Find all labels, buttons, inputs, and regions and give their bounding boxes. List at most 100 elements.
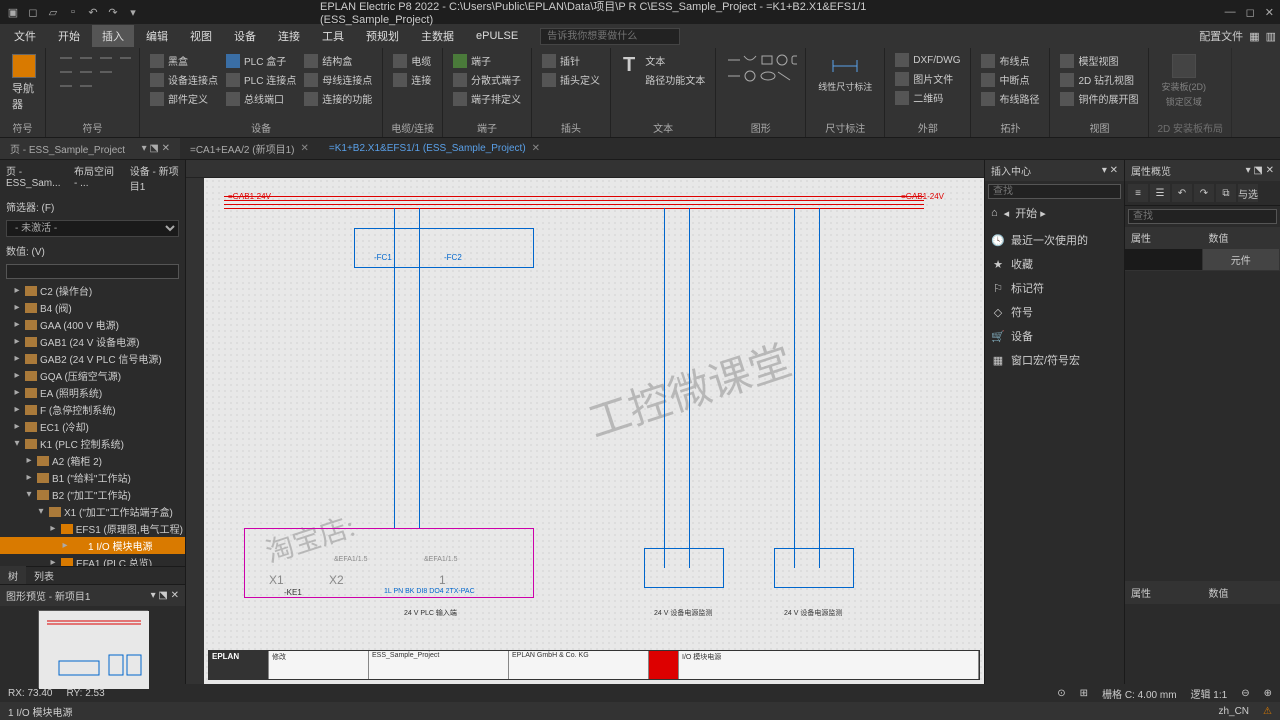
dist-terminal-button[interactable]: 分散式端子 — [451, 71, 523, 88]
more-icon[interactable]: ▾ — [126, 5, 140, 19]
text-item[interactable]: 文本 — [643, 52, 707, 69]
close-icon[interactable]: ✕ — [300, 143, 308, 154]
bus-port-button[interactable]: 总线端口 — [224, 90, 298, 107]
terminal-button[interactable]: 端子 — [451, 52, 523, 69]
symbol-grid-icon[interactable] — [54, 52, 131, 102]
text-button[interactable]: T — [619, 52, 639, 79]
close-icon[interactable]: ✕ — [1265, 6, 1274, 19]
menu-preplan[interactable]: 预规划 — [356, 25, 409, 47]
tree-item[interactable]: ▾K1 (PLC 控制系统) — [0, 435, 185, 452]
doctab-1[interactable]: =CA1+EAA/2 (新项目1)✕ — [180, 138, 319, 159]
struct-box-button[interactable]: 结构盒 — [302, 52, 374, 69]
navigator-tree[interactable]: ▸C2 (操作台)▸B4 (阀)▸GAA (400 V 电源)▸GAB1 (24… — [0, 282, 185, 566]
image-button[interactable]: 图片文件 — [893, 70, 962, 87]
tree-item[interactable]: ▸EC1 (冷却) — [0, 418, 185, 435]
interrupt-button[interactable]: 中断点 — [979, 71, 1041, 88]
prop-toolbar-button[interactable]: ↷ — [1194, 184, 1214, 202]
menu-insert[interactable]: 插入 — [92, 25, 134, 47]
prop-toolbar-button[interactable]: ⧉ — [1216, 184, 1236, 202]
minimize-icon[interactable]: — — [1225, 6, 1236, 19]
tree-item[interactable]: ▸GAB2 (24 V PLC 信号电源) — [0, 350, 185, 367]
copper-view-button[interactable]: 铜件的展开图 — [1058, 90, 1140, 107]
insert-item[interactable]: ▦窗口宏/符号宏 — [989, 348, 1120, 372]
menu-master[interactable]: 主数据 — [411, 25, 464, 47]
busbar-button[interactable]: 母线连接点 — [302, 71, 374, 88]
tree-item[interactable]: ▸C2 (操作台) — [0, 282, 185, 299]
maximize-icon[interactable]: ◻ — [1246, 6, 1255, 19]
prop-toolbar-button[interactable]: ↶ — [1172, 184, 1192, 202]
panel-tab-devices[interactable]: 设备 - 新项目1 — [124, 160, 185, 196]
breadcrumb[interactable]: 开始 ▸ — [1015, 205, 1046, 221]
menu-device[interactable]: 设备 — [224, 25, 266, 47]
insert-item[interactable]: 🕓最近一次使用的 — [989, 228, 1120, 252]
warning-icon[interactable]: ⚠ — [1263, 706, 1272, 717]
snap-icon[interactable]: ⊙ — [1057, 688, 1065, 699]
back-icon[interactable]: ◂ — [1004, 207, 1010, 220]
prop-toolbar-button[interactable]: ☰ — [1150, 184, 1170, 202]
conn-func-button[interactable]: 连接的功能 — [302, 90, 374, 107]
tree-tab[interactable]: 树 — [0, 566, 26, 585]
blackbox-button[interactable]: 黑盒 — [148, 52, 220, 69]
part-def-button[interactable]: 部件定义 — [148, 90, 220, 107]
config-label[interactable]: 配置文件 — [1199, 28, 1243, 44]
menu-epulse[interactable]: ePULSE — [466, 27, 528, 45]
tree-item[interactable]: ▸F (急停控制系统) — [0, 401, 185, 418]
tree-item[interactable]: ▸B1 ("给料"工作站) — [0, 469, 185, 486]
dimension-button[interactable]: 线性尺寸标注 — [814, 52, 876, 95]
prop-toolbar-button[interactable]: ≡ — [1128, 184, 1148, 202]
menu-connect[interactable]: 连接 — [268, 25, 310, 47]
menu-tools[interactable]: 工具 — [312, 25, 354, 47]
route-pt-button[interactable]: 布线点 — [979, 52, 1041, 69]
menu-start[interactable]: 开始 — [48, 25, 90, 47]
prop-toolbar-button[interactable]: 与选 — [1238, 184, 1258, 202]
list-tab[interactable]: 列表 — [26, 566, 62, 585]
tree-item[interactable]: ▸A2 (箱柜 2) — [0, 452, 185, 469]
insert-item[interactable]: ◇符号 — [989, 300, 1120, 324]
tree-item[interactable]: ▸GAA (400 V 电源) — [0, 316, 185, 333]
redo-icon[interactable]: ↷ — [106, 5, 120, 19]
model-view-button[interactable]: 模型视图 — [1058, 52, 1140, 69]
grid-icon[interactable]: ⊞ — [1080, 688, 1088, 699]
insert-search[interactable] — [988, 184, 1121, 199]
save-icon[interactable]: ▫ — [66, 5, 80, 19]
panel-icon[interactable]: ▥ — [1266, 30, 1276, 43]
route-path-button[interactable]: 布线路径 — [979, 90, 1041, 107]
panel-tab-layout[interactable]: 布局空间 - ... — [68, 160, 124, 196]
tree-item[interactable]: ▸GQA (压缩空气源) — [0, 367, 185, 384]
navigator-button[interactable]: 导航器 — [8, 52, 40, 114]
tree-item[interactable]: ▸EFA1 (PLC 总览) — [0, 554, 185, 566]
dxf-button[interactable]: DXF/DWG — [893, 52, 962, 68]
insert-item[interactable]: ⚐标记符 — [989, 276, 1120, 300]
menu-view[interactable]: 视图 — [180, 25, 222, 47]
undo-icon[interactable]: ↶ — [86, 5, 100, 19]
tree-item[interactable]: ▾X1 ("加工"工作站端子盒) — [0, 503, 185, 520]
menu-edit[interactable]: 编辑 — [136, 25, 178, 47]
open-icon[interactable]: ▱ — [46, 5, 60, 19]
tree-item[interactable]: ▾B2 ("加工"工作站) — [0, 486, 185, 503]
tree-item[interactable]: ▸B4 (阀) — [0, 299, 185, 316]
shapes-grid-icon[interactable] — [724, 52, 797, 102]
terminal-strip-button[interactable]: 端子排定义 — [451, 90, 523, 107]
preview-thumbnail[interactable] — [38, 610, 148, 688]
plug-def-button[interactable]: 插头定义 — [540, 71, 602, 88]
drill-view-button[interactable]: 2D 钻孔视图 — [1058, 71, 1140, 88]
insert-item[interactable]: ★收藏 — [989, 252, 1120, 276]
plc-conn-button[interactable]: PLC 连接点 — [224, 71, 298, 88]
filter-select[interactable]: - 未激活 - — [6, 220, 179, 237]
connect-button[interactable]: 连接 — [391, 71, 433, 88]
plc-box-button[interactable]: PLC 盒子 — [224, 52, 298, 69]
notif-icon[interactable]: ▦ — [1249, 30, 1259, 43]
pin-button[interactable]: 插针 — [540, 52, 602, 69]
path-text-item[interactable]: 路径功能文本 — [643, 71, 707, 88]
tree-item[interactable]: ▸GAB1 (24 V 设备电源) — [0, 333, 185, 350]
zoom-out-icon[interactable]: ⊖ — [1241, 688, 1249, 699]
tree-item[interactable]: ▸1 I/O 模块电源 — [0, 537, 185, 554]
cable-button[interactable]: 电缆 — [391, 52, 433, 69]
drawing-canvas[interactable]: 淘宝店: 工控微课堂 =GAB1-24V =GAB1-24V -FC1 -FC2 — [186, 160, 984, 684]
device-conn-button[interactable]: 设备连接点 — [148, 71, 220, 88]
home-icon[interactable]: ⌂ — [991, 207, 998, 219]
prop-search[interactable] — [1128, 209, 1277, 224]
tree-item[interactable]: ▸EFS1 (原理图,电气工程) — [0, 520, 185, 537]
doctab-2[interactable]: =K1+B2.X1&EFS1/1 (ESS_Sample_Project)✕ — [319, 140, 550, 157]
panel-tab-pages[interactable]: 页 - ESS_Sam... — [0, 160, 68, 196]
